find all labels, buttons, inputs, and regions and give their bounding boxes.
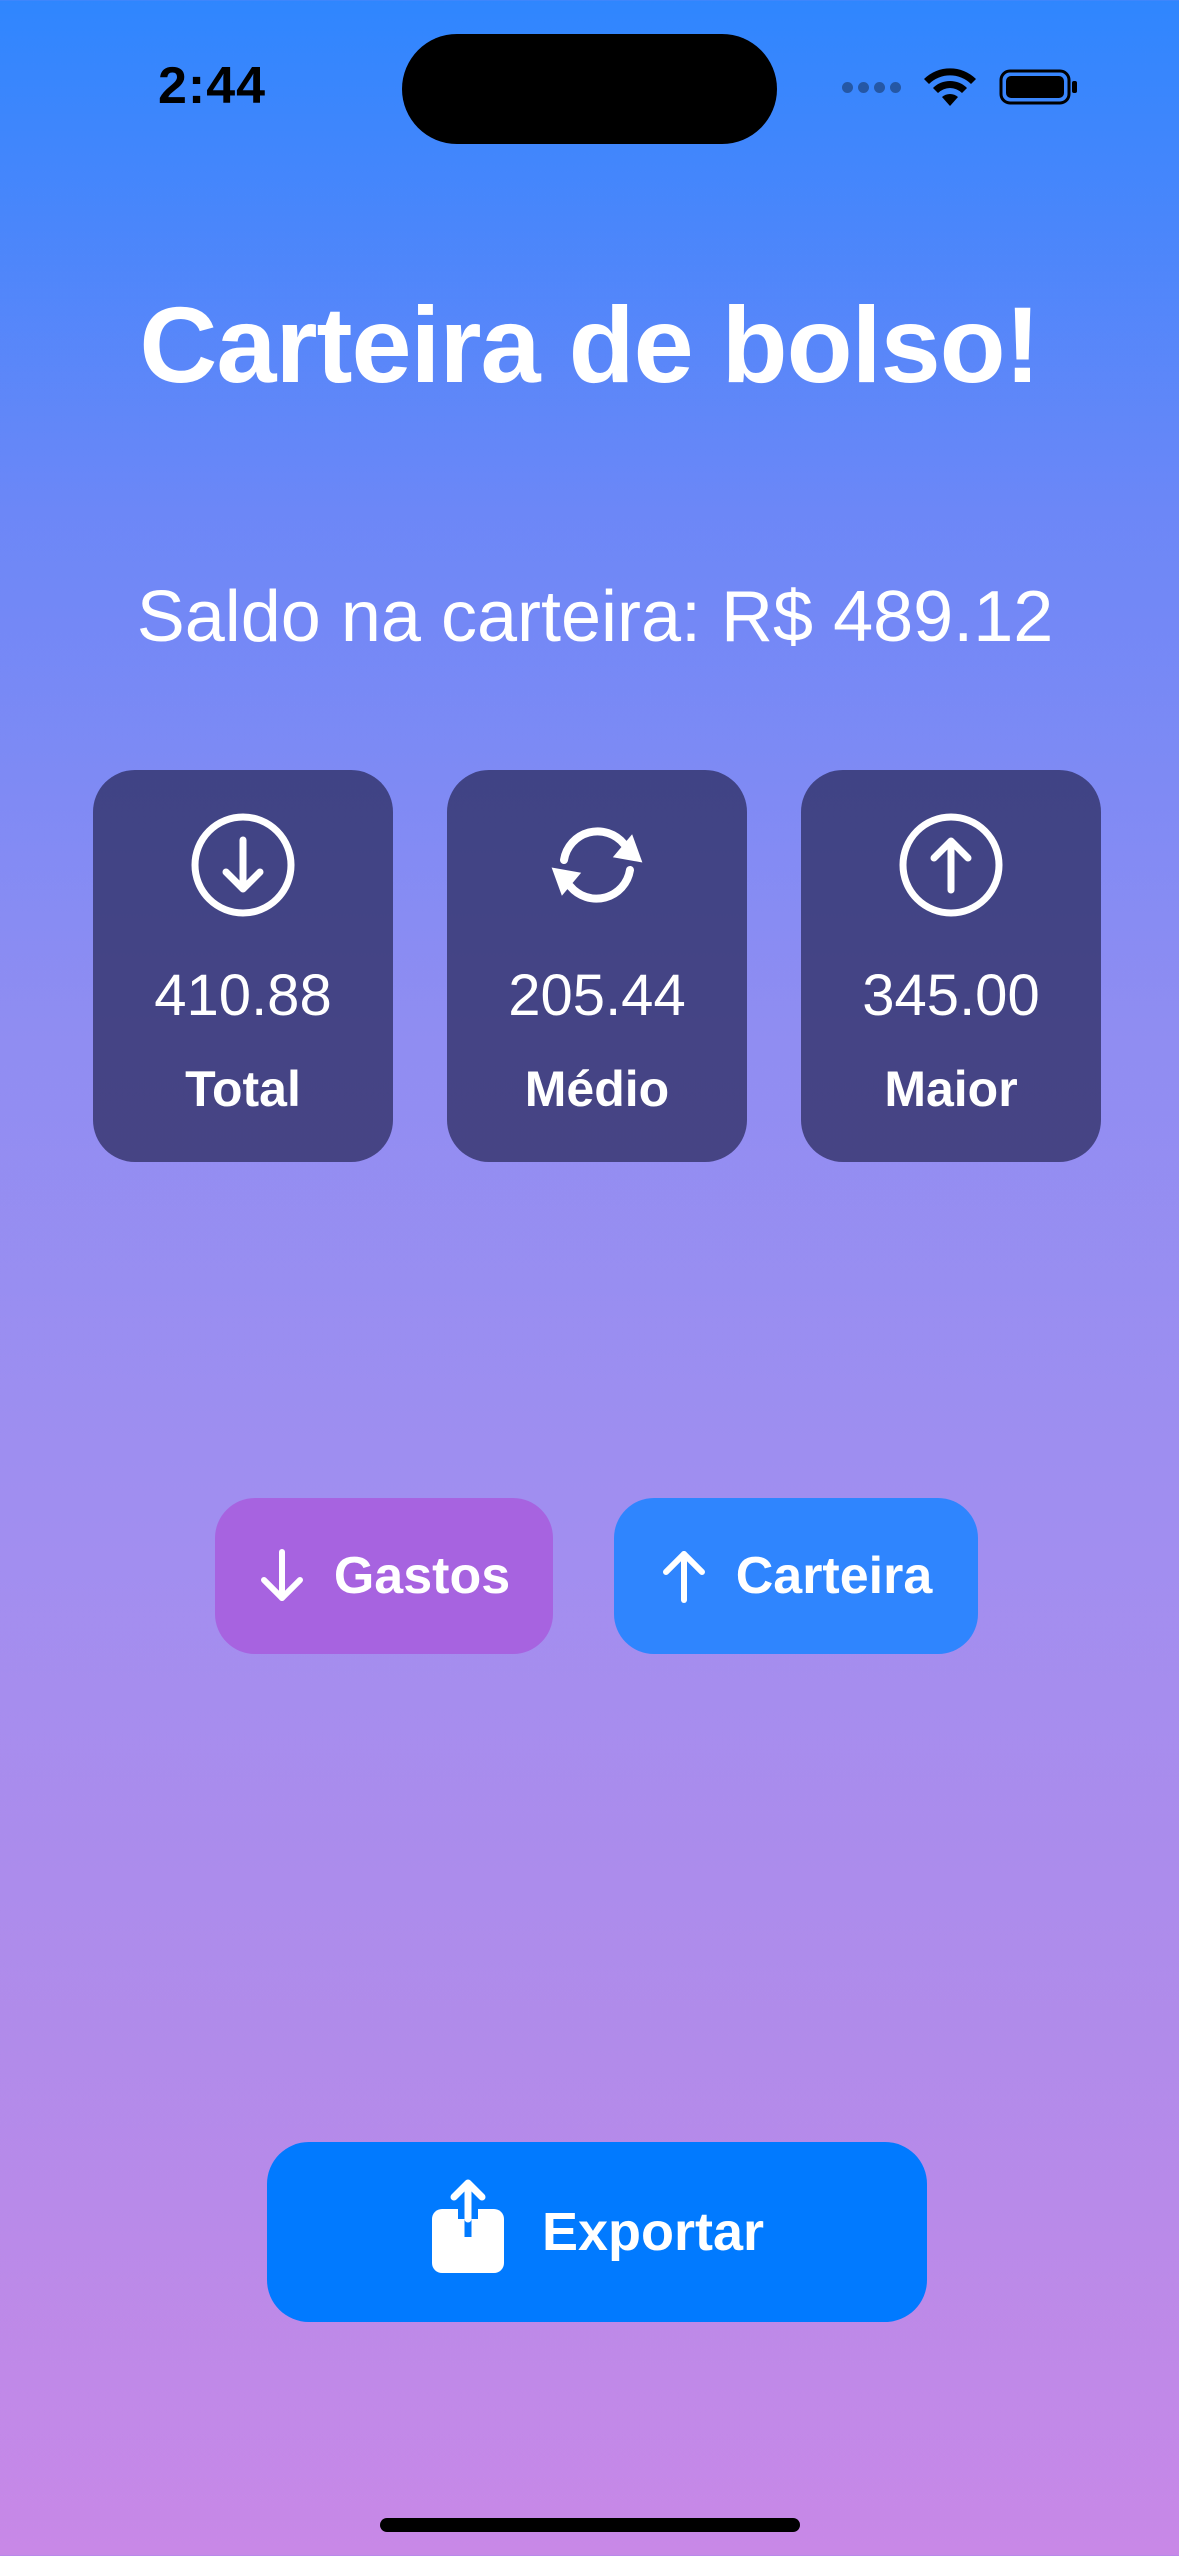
stat-value-total: 410.88	[154, 963, 332, 1028]
status-icons	[842, 62, 1079, 112]
export-button-label: Exportar	[541, 2202, 765, 2262]
stat-card-maior: 345.00 Maior	[801, 770, 1101, 1162]
stat-value-medio: 205.44	[508, 963, 686, 1028]
gastos-button-label: Gastos	[333, 1547, 511, 1605]
balance-text: Saldo na carteira: R$ 489.12	[136, 577, 1054, 657]
refresh-cycle-icon	[551, 827, 643, 903]
stat-value-maior: 345.00	[862, 963, 1040, 1028]
arrow-up-icon	[662, 1551, 705, 1603]
arrow-up-circle-icon	[899, 813, 1003, 917]
wifi-icon	[924, 68, 976, 106]
carteira-button-label: Carteira	[735, 1547, 933, 1605]
stat-label-medio: Médio	[524, 1061, 670, 1117]
cellular-signal-icon	[842, 81, 901, 93]
status-time: 2:44	[158, 57, 267, 115]
gastos-button[interactable]: Gastos	[215, 1498, 553, 1654]
battery-icon	[999, 69, 1077, 105]
dynamic-island	[402, 34, 777, 144]
arrow-down-circle-icon	[191, 813, 295, 917]
home-indicator[interactable]	[380, 2518, 800, 2532]
carteira-button[interactable]: Carteira	[614, 1498, 978, 1654]
share-icon	[431, 2179, 504, 2273]
stat-card-medio: 205.44 Médio	[447, 770, 747, 1162]
export-button[interactable]: Exportar	[267, 2142, 927, 2322]
stat-label-total: Total	[185, 1061, 301, 1117]
page-title: Carteira de bolso!	[139, 284, 1040, 405]
stat-label-maior: Maior	[884, 1061, 1018, 1117]
arrow-down-icon	[260, 1549, 303, 1601]
stat-card-total: 410.88 Total	[93, 770, 393, 1162]
